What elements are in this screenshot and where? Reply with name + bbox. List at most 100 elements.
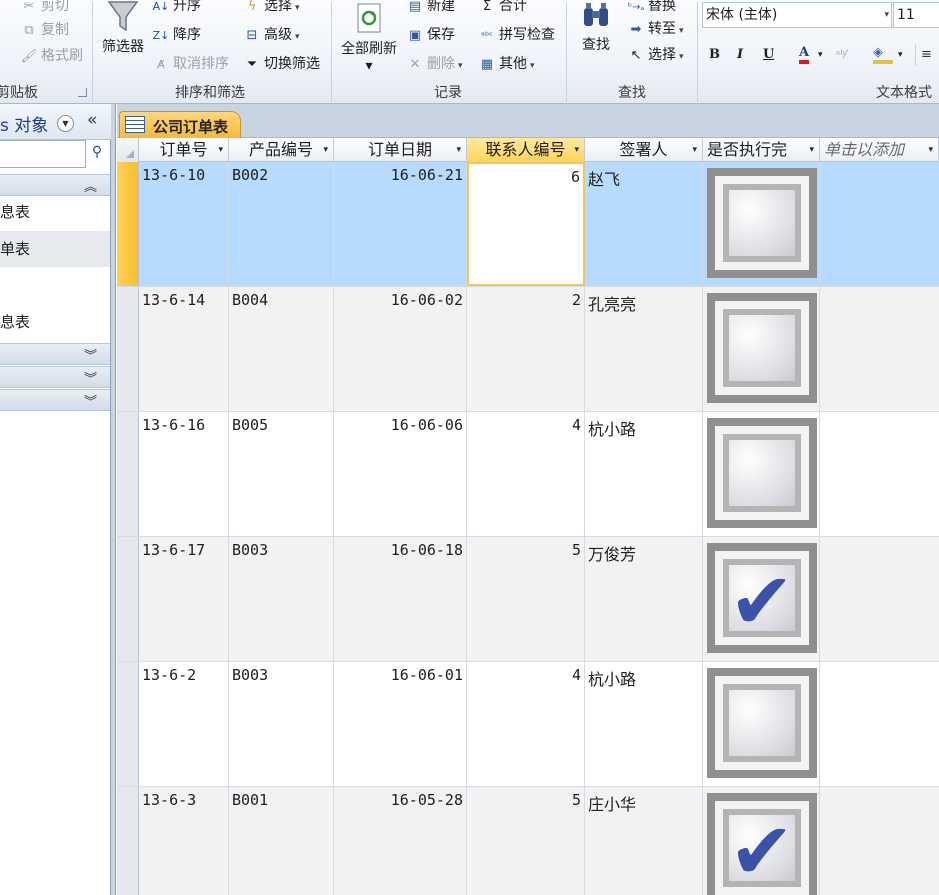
cell-date[interactable]: 16-06-18: [334, 537, 467, 661]
row-selector[interactable]: [117, 412, 139, 536]
nav-item-table-2[interactable]: 单表: [0, 231, 110, 267]
cell-signer[interactable]: 孔亮亮: [585, 287, 703, 411]
table-row[interactable]: 13-6-10 B002 16-06-21 6 赵飞: [117, 162, 939, 287]
replace-button[interactable]: ᵇ→ₐ 替换: [627, 0, 676, 18]
align-left-icon[interactable]: ≡: [915, 44, 935, 66]
sort-descending-button[interactable]: Z↓ 降序: [152, 23, 201, 47]
delete-record-button[interactable]: ✕ 删除 ▾: [406, 52, 463, 76]
cell-date[interactable]: 16-06-06: [334, 412, 467, 536]
more-records-button[interactable]: ▦ 其他 ▾: [478, 52, 535, 76]
cell-signer[interactable]: 杭小路: [585, 662, 703, 786]
cell-order[interactable]: 13-6-17: [139, 537, 229, 661]
copy-button[interactable]: ⧉ 复制: [20, 18, 69, 42]
cell-add-column[interactable]: [820, 162, 939, 286]
new-record-button[interactable]: ▤ 新建: [406, 0, 455, 18]
cell-order[interactable]: 13-6-16: [139, 412, 229, 536]
completed-checkbox[interactable]: [707, 293, 817, 403]
italic-button[interactable]: I: [737, 44, 743, 66]
refresh-all-button[interactable]: 全部刷新 ▾: [337, 2, 401, 74]
table-row[interactable]: 13-6-17 B003 16-06-18 5 万俊芳 ✔: [117, 537, 939, 662]
column-header-click-to-add[interactable]: 单击以添加 ▾: [820, 138, 939, 162]
cell-signer[interactable]: 万俊芳: [585, 537, 703, 661]
completed-checkbox[interactable]: [707, 168, 817, 278]
font-size-combobox[interactable]: 11: [893, 2, 939, 28]
cell-date[interactable]: 16-05-28: [334, 787, 467, 895]
find-button[interactable]: 查找: [576, 0, 616, 54]
cell-signer[interactable]: 杭小路: [585, 412, 703, 536]
table-row[interactable]: 13-6-2 B003 16-06-01 4 杭小路: [117, 662, 939, 787]
totals-button[interactable]: Σ 合计: [478, 0, 527, 18]
cell-product[interactable]: B002: [229, 162, 334, 286]
column-header-contact-id[interactable]: 联系人编号 ▾: [467, 138, 585, 162]
chevron-down-icon[interactable]: ▾: [323, 138, 328, 162]
nav-menu-dropdown-icon[interactable]: ▼: [57, 115, 74, 132]
cell-add-column[interactable]: [820, 662, 939, 786]
nav-group-header-tables[interactable]: ︽: [0, 174, 110, 196]
clipboard-launcher-icon[interactable]: [78, 88, 87, 97]
cell-product[interactable]: B005: [229, 412, 334, 536]
sort-ascending-button[interactable]: A↓ 升序: [152, 0, 201, 18]
cell-date[interactable]: 16-06-01: [334, 662, 467, 786]
cell-order[interactable]: 13-6-14: [139, 287, 229, 411]
save-record-button[interactable]: ▣ 保存: [406, 23, 455, 47]
font-color-button[interactable]: A: [799, 44, 810, 64]
row-selector[interactable]: [117, 287, 139, 411]
chevron-down-icon[interactable]: ▾: [818, 44, 823, 66]
completed-checkbox[interactable]: [707, 418, 817, 528]
cut-button[interactable]: ✂ 剪切: [20, 0, 69, 18]
selection-filter-button[interactable]: ϟ 选择 ▾: [243, 0, 300, 18]
bold-button[interactable]: B: [709, 44, 720, 66]
chevron-down-icon[interactable]: ▾: [928, 138, 933, 162]
filter-button[interactable]: 筛选器: [98, 0, 148, 56]
nav-group-header-forms[interactable]: ︾: [0, 366, 110, 388]
chevron-down-icon[interactable]: ▾: [574, 138, 579, 162]
column-header-completed[interactable]: 是否执行完 ▾: [703, 138, 820, 162]
cell-product[interactable]: B003: [229, 537, 334, 661]
row-selector[interactable]: [117, 787, 139, 895]
nav-splitter[interactable]: [111, 104, 116, 895]
fill-color-icon[interactable]: ◈: [873, 44, 893, 64]
clear-sort-button[interactable]: A̸ 取消排序: [152, 52, 229, 76]
underline-button[interactable]: U: [763, 44, 774, 66]
nav-group-header-queries[interactable]: ︾: [0, 343, 110, 365]
cell-product[interactable]: B004: [229, 287, 334, 411]
format-painter-button[interactable]: 🖌 格式刷: [20, 44, 83, 68]
cell-signer[interactable]: 庄小华: [585, 787, 703, 895]
table-row[interactable]: 13-6-14 B004 16-06-02 2 孔亮亮: [117, 287, 939, 412]
cell-order[interactable]: 13-6-3: [139, 787, 229, 895]
cell-contact[interactable]: 5: [467, 537, 585, 661]
cell-product[interactable]: B003: [229, 662, 334, 786]
chevron-down-icon[interactable]: ▾: [218, 138, 223, 162]
cell-contact[interactable]: 4: [467, 412, 585, 536]
nav-group-header-reports[interactable]: ︾: [0, 389, 110, 411]
column-header-order-date[interactable]: 订单日期 ▾: [334, 138, 467, 162]
chevron-down-icon[interactable]: ▾: [456, 138, 461, 162]
chevron-down-icon[interactable]: ▾: [884, 3, 889, 27]
cell-add-column[interactable]: [820, 412, 939, 536]
highlight-icon[interactable]: ᵃᵇ⁄: [836, 44, 846, 66]
goto-button[interactable]: ➡ 转至 ▾: [627, 17, 684, 41]
row-selector[interactable]: [117, 537, 139, 661]
row-selector[interactable]: [117, 162, 139, 286]
tab-company-orders[interactable]: 公司订单表: [119, 111, 241, 139]
cell-contact[interactable]: 4: [467, 662, 585, 786]
cell-contact[interactable]: 5: [467, 787, 585, 895]
select-button[interactable]: ↖ 选择 ▾: [627, 43, 684, 67]
column-header-signer[interactable]: 签署人 ▾: [585, 138, 703, 162]
completed-checkbox[interactable]: [707, 668, 817, 778]
nav-item-table-3[interactable]: 息表: [0, 304, 110, 340]
completed-checkbox[interactable]: ✔: [707, 793, 817, 895]
column-header-order-id[interactable]: 订单号 ▾: [139, 138, 229, 162]
cell-signer[interactable]: 赵飞: [585, 162, 703, 286]
cell-contact[interactable]: 6: [467, 162, 585, 286]
spelling-button[interactable]: ᵃᵇᶜ 拼写检查: [478, 23, 555, 47]
font-name-combobox[interactable]: 宋体 (主体) ▾: [702, 2, 892, 28]
chevron-down-icon[interactable]: ▾: [898, 44, 903, 66]
select-all-corner[interactable]: [117, 138, 139, 162]
chevron-down-icon[interactable]: ▾: [692, 138, 697, 162]
table-row[interactable]: 13-6-16 B005 16-06-06 4 杭小路: [117, 412, 939, 537]
cell-product[interactable]: B001: [229, 787, 334, 895]
cell-add-column[interactable]: [820, 287, 939, 411]
search-icon[interactable]: ⚲: [88, 144, 106, 164]
advanced-filter-button[interactable]: ⊟ 高级 ▾: [243, 23, 300, 47]
